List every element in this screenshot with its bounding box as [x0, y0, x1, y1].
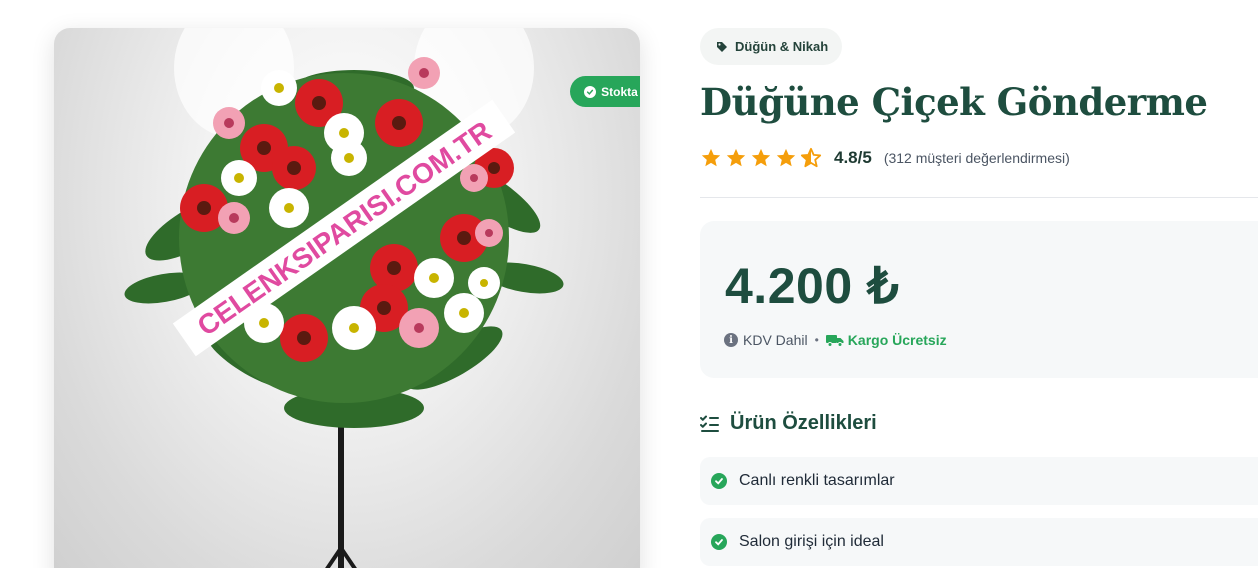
feature-text: Salon girişi için ideal — [739, 533, 884, 550]
tag-icon — [717, 41, 727, 52]
feature-text: Canlı renkli tasarımlar — [739, 472, 895, 489]
shipping-text: Kargo Ücretsiz — [847, 332, 947, 348]
info-icon: i — [724, 333, 738, 347]
product-image: CELENKSIPARISI.COM.TR — [124, 28, 564, 568]
category-tag[interactable]: Düğün & Nikah — [700, 28, 842, 65]
star-half-icon — [800, 147, 822, 168]
star-rating — [700, 147, 822, 169]
category-label: Düğün & Nikah — [735, 39, 829, 54]
features-heading-label: Ürün Özellikleri — [730, 412, 877, 434]
features-heading: Ürün Özellikleri — [700, 412, 877, 435]
rating-row: 4.8/5 (312 müşteri değerlendirmesi) — [700, 145, 1070, 171]
price-meta: i KDV Dahil • Kargo Ücretsiz — [724, 332, 947, 348]
check-circle-icon — [711, 534, 727, 550]
truck-icon — [825, 334, 844, 347]
check-circle-icon — [584, 85, 597, 98]
product-image-card[interactable]: CELENKSIPARISI.COM.TR Stokta Var — [54, 28, 640, 568]
star-icon — [726, 148, 746, 167]
divider — [700, 197, 1258, 198]
star-icon — [751, 148, 771, 167]
price-box: 4.200 ₺ i KDV Dahil • Kargo Ücretsiz — [700, 221, 1258, 378]
list-check-icon — [700, 415, 719, 432]
stock-badge: Stokta Var — [570, 76, 640, 107]
rating-value: 4.8/5 — [834, 148, 872, 167]
rating-count[interactable]: (312 müşteri değerlendirmesi) — [884, 150, 1070, 166]
star-icon — [776, 148, 796, 167]
stock-badge-label: Stokta Var — [601, 84, 640, 99]
shipping-label: Kargo Ücretsiz — [825, 332, 947, 348]
feature-item: Salon girişi için ideal — [700, 518, 1258, 566]
price: 4.200 ₺ — [725, 258, 900, 314]
check-circle-icon — [711, 473, 727, 489]
feature-item: Canlı renkli tasarımlar — [700, 457, 1258, 505]
bullet-separator: • — [814, 333, 819, 347]
page-title: Düğüne Çiçek Gönderme — [700, 80, 1208, 124]
tax-label: KDV Dahil — [743, 332, 808, 348]
star-icon — [701, 148, 721, 167]
